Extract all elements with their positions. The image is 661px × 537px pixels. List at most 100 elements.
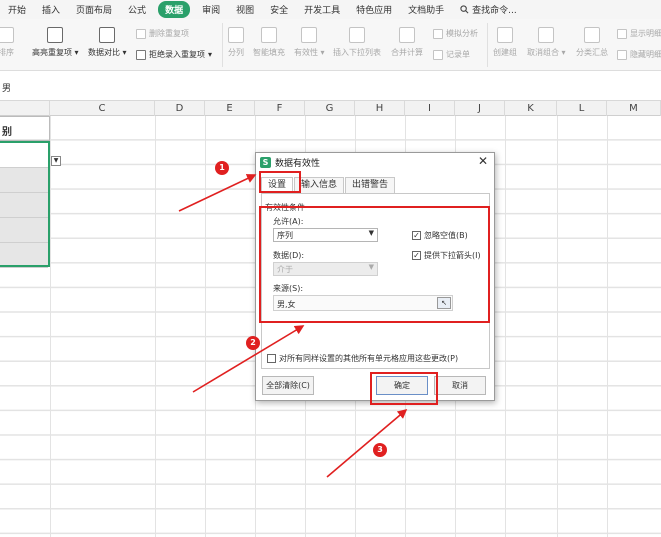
annotation-box-settings	[259, 206, 490, 323]
column-header-m[interactable]: M	[607, 101, 661, 116]
highlight-duplicates-icon	[47, 27, 64, 43]
menu-special[interactable]: 特色应用	[348, 3, 400, 16]
show-detail-button[interactable]: 显示明细	[617, 28, 661, 39]
header-cell[interactable]: 别	[0, 116, 50, 141]
column-headers: C D E F G H I J K L M	[0, 101, 661, 116]
column-header-f[interactable]: F	[255, 101, 305, 116]
split-column-button[interactable]: 分列	[228, 27, 244, 58]
data-compare-label: 数据对比	[88, 48, 120, 57]
subtotal-button[interactable]: 分类汇总	[576, 27, 608, 58]
column-header-d[interactable]: D	[155, 101, 205, 116]
step-badge-3: 3	[373, 443, 387, 457]
smart-fill-label: 智能填充	[253, 48, 285, 57]
menu-developer[interactable]: 开发工具	[296, 3, 348, 16]
show-detail-icon	[617, 28, 627, 39]
validity-icon	[301, 27, 318, 43]
grid-line	[557, 116, 558, 537]
menu-review[interactable]: 审阅	[194, 3, 228, 16]
validity-label: 有效性	[294, 48, 318, 57]
app-logo-icon: S	[260, 156, 271, 168]
column-header-b[interactable]	[0, 101, 50, 116]
column-header-k[interactable]: K	[505, 101, 557, 116]
subtotal-label: 分类汇总	[576, 48, 608, 57]
cancel-button[interactable]: 取消	[434, 376, 486, 395]
menu-security[interactable]: 安全	[262, 3, 296, 16]
search-icon	[460, 5, 469, 14]
menu-view[interactable]: 视图	[228, 3, 262, 16]
insert-dropdown-label: 插入下拉列表	[333, 48, 381, 57]
apply-all-label: 对所有同样设置的其他所有单元格应用这些更改(P)	[279, 354, 459, 363]
formula-bar[interactable]: 男	[0, 71, 661, 101]
apply-all-checkbox[interactable]: 对所有同样设置的其他所有单元格应用这些更改(P)	[267, 353, 458, 364]
checkbox-empty-icon	[267, 354, 276, 363]
consolidate-icon	[399, 27, 415, 43]
dialog-titlebar[interactable]: S 数据有效性 ✕	[256, 153, 494, 171]
show-detail-label: 显示明细	[630, 29, 661, 38]
ribbon-separator	[487, 23, 488, 67]
consolidate-label: 合并计算	[391, 48, 423, 57]
delete-duplicates-label: 删除重复项	[149, 29, 189, 38]
clear-all-button[interactable]: 全部清除(C)	[262, 376, 314, 395]
annotation-box-tab	[259, 171, 301, 193]
grid-line	[205, 116, 206, 537]
data-compare-button[interactable]: 数据对比 ▾	[88, 27, 127, 58]
insert-dropdown-icon	[349, 27, 365, 43]
formula-value: 男	[2, 84, 12, 94]
delete-duplicates-icon	[136, 28, 146, 39]
delete-duplicates-button[interactable]: 删除重复项	[136, 28, 189, 39]
consolidate-button[interactable]: 合并计算	[391, 27, 423, 58]
hide-detail-icon	[617, 49, 627, 60]
menu-doc-assistant[interactable]: 文档助手	[400, 3, 452, 16]
create-group-button[interactable]: 创建组	[493, 27, 517, 58]
split-column-label: 分列	[228, 48, 244, 57]
column-header-g[interactable]: G	[305, 101, 355, 116]
sort-label: 排序	[0, 48, 14, 57]
tab-error-alert[interactable]: 出错警告	[345, 177, 396, 193]
reject-duplicates-icon	[136, 49, 146, 60]
selection-range	[0, 141, 50, 267]
simulate-analysis-button[interactable]: 模拟分析	[433, 28, 478, 39]
record-form-button[interactable]: 记录单	[433, 49, 470, 60]
reject-duplicates-button[interactable]: 拒绝录入重复项 ▾	[136, 49, 212, 60]
highlight-duplicates-button[interactable]: 高亮重复项 ▾	[32, 27, 79, 58]
grid-line	[155, 116, 156, 537]
step-badge-1: 1	[215, 161, 229, 175]
menu-data[interactable]: 数据	[158, 1, 191, 18]
cell-dropdown-arrow[interactable]: ▼	[51, 156, 61, 166]
menu-home[interactable]: 开始	[0, 3, 34, 16]
dialog-title: 数据有效性	[275, 158, 321, 169]
grid-line	[50, 116, 51, 537]
column-header-c[interactable]: C	[50, 101, 155, 116]
sort-icon	[0, 27, 14, 43]
ribbon-toolbar: 排序 高亮重复项 ▾ 数据对比 ▾ 删除重复项 拒绝录入重复项 ▾ 分列 智能填…	[0, 19, 661, 71]
subtotal-icon	[584, 27, 600, 43]
column-header-j[interactable]: J	[455, 101, 505, 116]
split-column-icon	[228, 27, 244, 43]
annotation-box-ok	[370, 372, 438, 405]
hide-detail-button[interactable]: 隐藏明细	[617, 49, 661, 60]
simulate-analysis-icon	[433, 28, 443, 39]
close-icon[interactable]: ✕	[478, 154, 488, 168]
ungroup-label: 取消组合	[527, 48, 559, 57]
data-compare-icon	[99, 27, 116, 43]
sort-button[interactable]: 排序	[0, 27, 14, 58]
tab-input-message[interactable]: 输入信息	[294, 177, 345, 193]
menu-insert[interactable]: 插入	[34, 3, 68, 16]
ungroup-button[interactable]: 取消组合 ▾	[527, 27, 566, 58]
ungroup-icon	[538, 27, 555, 43]
record-form-label: 记录单	[446, 50, 470, 59]
step-badge-2: 2	[246, 336, 260, 350]
column-header-e[interactable]: E	[205, 101, 255, 116]
ribbon-separator	[222, 23, 223, 67]
validity-button[interactable]: 有效性 ▾	[294, 27, 325, 58]
column-header-l[interactable]: L	[557, 101, 607, 116]
command-search-label: 查找命令...	[472, 6, 517, 16]
smart-fill-button[interactable]: 智能填充	[253, 27, 285, 58]
highlight-duplicates-label: 高亮重复项	[32, 48, 72, 57]
menu-page-layout[interactable]: 页面布局	[68, 3, 120, 16]
menu-formula[interactable]: 公式	[120, 3, 154, 16]
command-search[interactable]: 查找命令...	[452, 3, 525, 16]
column-header-h[interactable]: H	[355, 101, 405, 116]
insert-dropdown-button[interactable]: 插入下拉列表	[333, 27, 381, 58]
column-header-i[interactable]: I	[405, 101, 455, 116]
